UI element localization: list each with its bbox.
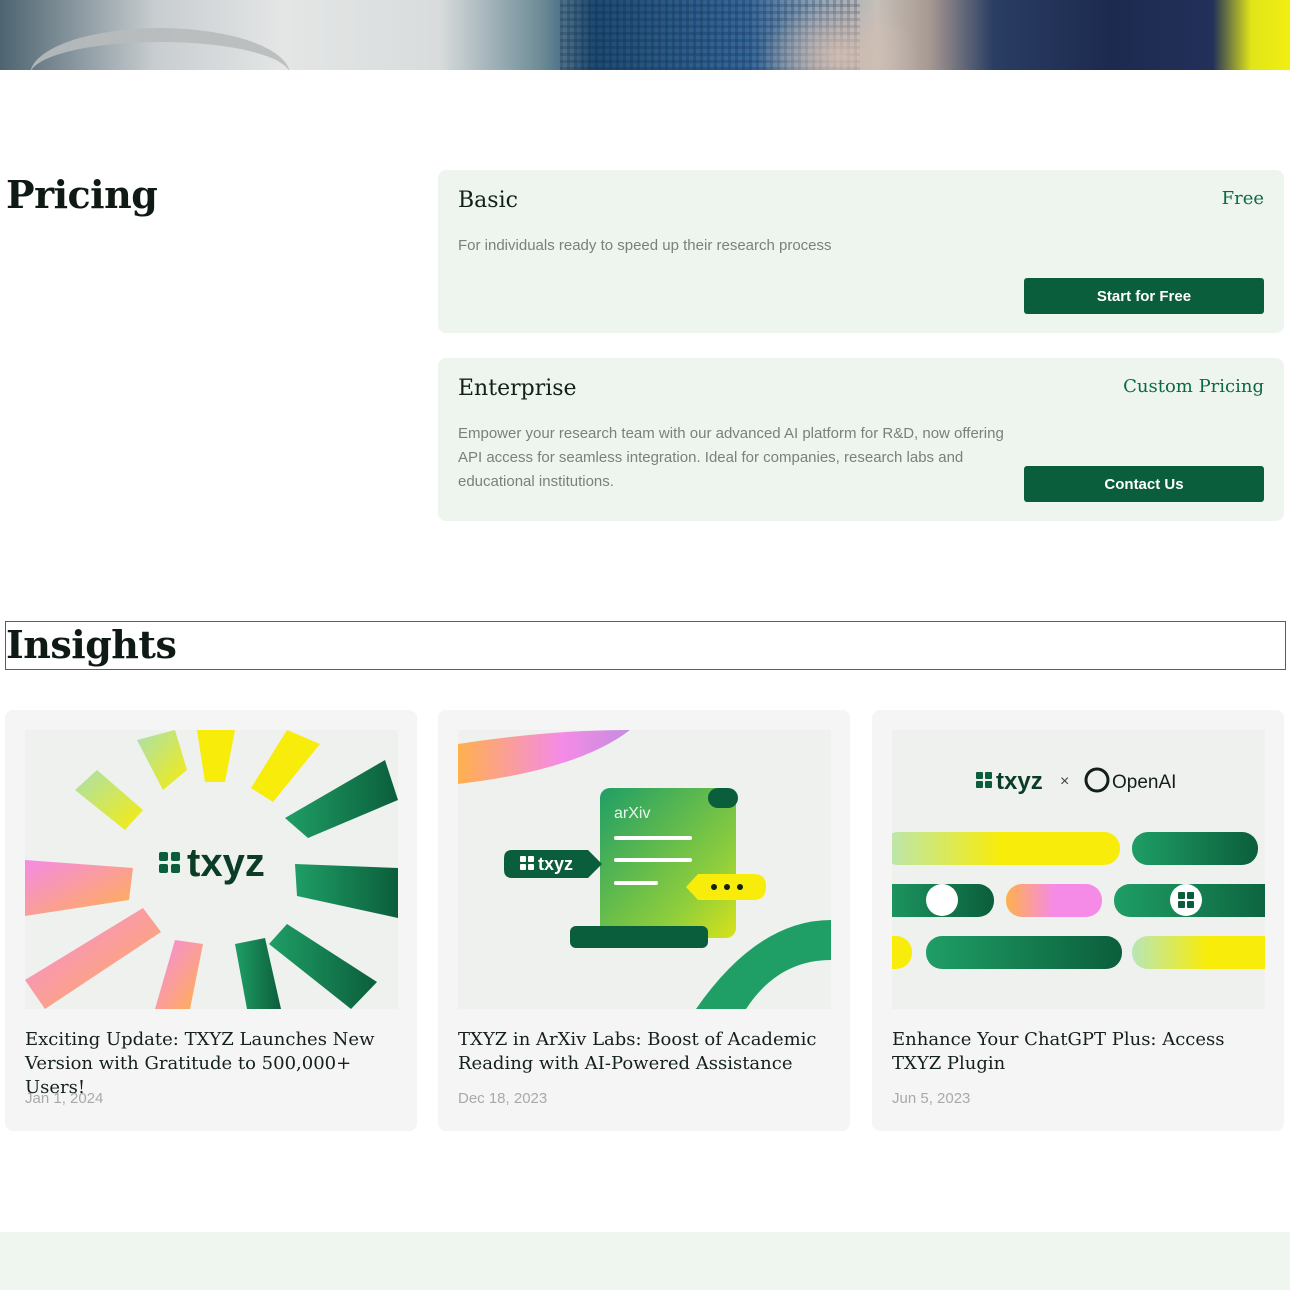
insight-date: Dec 18, 2023 [458,1090,548,1107]
insight-date: Jan 1, 2024 [25,1090,104,1107]
plan-description: Empower your research team with our adva… [458,425,1004,490]
start-for-free-button[interactable]: Start for Free [1024,278,1264,314]
insights-heading: Insights [6,622,177,667]
insight-title[interactable]: Enhance Your ChatGPT Plus: Access TXYZ P… [892,1028,1272,1076]
txyz-burst-illustration: txyz [25,730,398,1009]
plan-price: Free [1221,188,1264,209]
plan-card-enterprise: Enterprise Custom Pricing Empower your r… [438,358,1284,521]
insight-date: Jun 5, 2023 [892,1090,971,1107]
plan-card-basic: Basic Free For individuals ready to spee… [438,170,1284,333]
hero-cable [30,28,290,70]
contact-us-button[interactable]: Contact Us [1024,466,1264,502]
plan-price: Custom Pricing [1123,376,1264,397]
hero-image [0,0,1290,70]
insight-card[interactable]: txyz × OpenAI Enhance Your ChatGPT Plus:… [872,710,1284,1131]
pricing-heading: Pricing [6,172,158,217]
txyz-wordmark: txyz [187,841,265,885]
arxiv-label: arXiv [614,805,650,822]
txyz-openai-illustration: txyz × OpenAI [892,730,1265,1009]
txyz-wordmark: txyz [538,854,573,874]
plan-name: Basic [458,188,518,213]
plan-name: Enterprise [458,376,577,401]
insight-card[interactable]: txyz Exciting Update: TXYZ Launches New … [5,710,417,1131]
plan-description: For individuals ready to speed up their … [458,237,832,254]
insights-heading-frame [5,621,1286,670]
txyz-wordmark: txyz [996,768,1043,795]
arxiv-illustration: arXiv txyz [458,730,831,1009]
hero-arm [760,0,920,70]
insight-card[interactable]: arXiv txyz TXYZ in ArXiv Labs: Boost of … [438,710,850,1131]
footer-band [0,1232,1290,1290]
openai-wordmark: OpenAI [1112,772,1176,793]
insight-thumbnail: txyz [25,730,398,1009]
insight-thumbnail: arXiv txyz [458,730,831,1009]
times-glyph: × [1060,773,1069,790]
insight-thumbnail: txyz × OpenAI [892,730,1265,1009]
insight-title[interactable]: TXYZ in ArXiv Labs: Boost of Academic Re… [458,1028,838,1076]
